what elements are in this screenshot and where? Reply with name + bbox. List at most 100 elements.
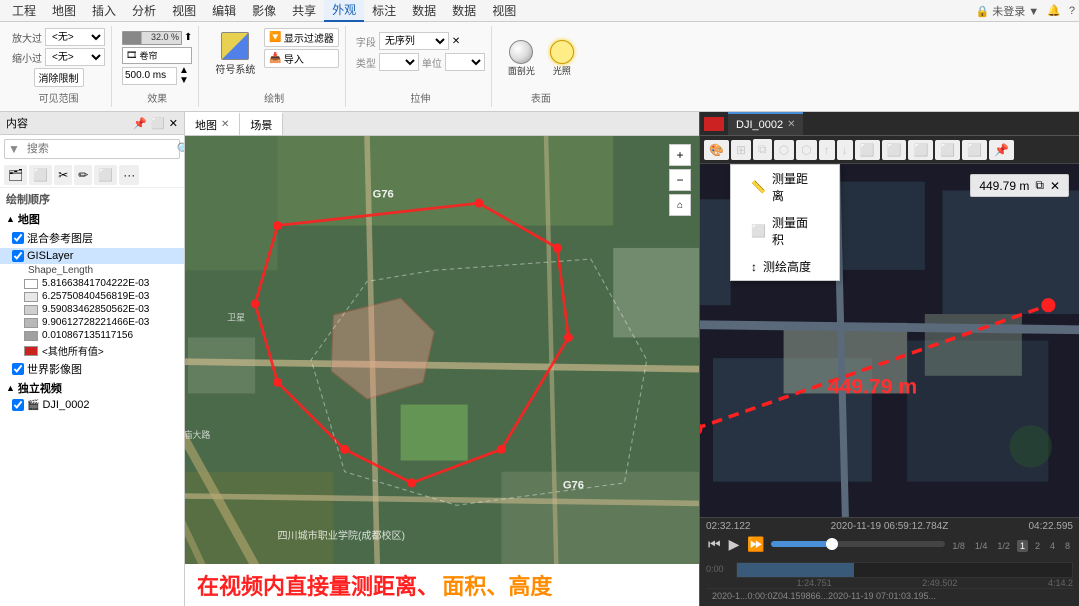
symbol-system-btn[interactable]: 符号系统 (209, 28, 261, 80)
sidebar-search[interactable]: ▼ 🔍 (4, 139, 180, 159)
video-tool-full[interactable]: ⬜ (962, 140, 987, 160)
sidebar-float-btn[interactable]: ⬜ (151, 117, 165, 130)
import-btn[interactable]: 📥 导入 (264, 49, 338, 68)
ms-input[interactable] (122, 67, 177, 85)
speed-4[interactable]: 4 (1047, 540, 1058, 552)
video-tool-copy[interactable]: ⧉ (753, 139, 772, 160)
tab-map-close[interactable]: ✕ (221, 119, 229, 130)
user-login[interactable]: 🔒 未登录 ▼ (975, 3, 1039, 19)
measure-distance-item[interactable]: 📏 测量距离 (731, 165, 839, 209)
layer-gislayer-check[interactable] (12, 250, 24, 262)
prev-btn[interactable]: ⏮ (706, 534, 723, 555)
video-tool-color[interactable]: 🎨 (704, 140, 729, 160)
zoom-out-label: 缩小过 (12, 50, 42, 65)
video-tool-nav1[interactable]: ⬡ (774, 140, 794, 160)
layer-group-video[interactable]: ▲ 独立视频 (0, 379, 184, 397)
sidebar-pin-btn[interactable]: 📌 (133, 117, 147, 130)
home-btn[interactable]: ⌂ (669, 194, 691, 216)
menu-share[interactable]: 共享 (284, 0, 324, 21)
speed-8[interactable]: 8 (1062, 540, 1073, 552)
sidebar-tool-3[interactable]: ✂ (54, 165, 72, 185)
play-btn[interactable]: ▶ (727, 534, 742, 555)
percent-slider[interactable]: 32.0 % (122, 31, 182, 45)
sidebar-tool-more[interactable]: ··· (119, 165, 139, 185)
zoom-out-select[interactable]: <无> (45, 48, 105, 66)
sidebar-tool-5[interactable]: ⬜ (94, 165, 117, 185)
menu-insert[interactable]: 插入 (84, 0, 124, 21)
tab-map[interactable]: 地图 ✕ (185, 112, 240, 135)
sidebar-close-btn[interactable]: ✕ (169, 117, 178, 130)
menu-appearance[interactable]: 外观 (324, 0, 364, 22)
field-select[interactable]: 无序列 (379, 32, 449, 50)
video-tool-nav2[interactable]: ⬡ (796, 140, 816, 160)
unit-select[interactable] (445, 53, 485, 71)
video-tool-zoom3[interactable]: ⬜ (908, 140, 933, 160)
speed-1[interactable]: 1 (1017, 540, 1028, 552)
video-tool-down[interactable]: ↓ (837, 140, 853, 160)
search-icon[interactable]: 🔍 (173, 140, 185, 158)
zoom-out-btn[interactable]: − (669, 169, 691, 191)
video-tool-zoom4[interactable]: ⬜ (935, 140, 960, 160)
layer-mixed-ref[interactable]: 混合参考图层 (0, 228, 184, 248)
video-tab-close[interactable]: ✕ (787, 119, 795, 130)
clear-limits-btn[interactable]: 消除限制 (34, 68, 84, 87)
fast-forward-btn[interactable]: ⏩ (745, 534, 766, 555)
legend-color-3 (24, 305, 38, 315)
progress-bar[interactable] (771, 541, 946, 547)
video-tool-zoom2[interactable]: ⬜ (882, 140, 907, 160)
measure-area-item[interactable]: ⬜ 测量面积 (731, 209, 839, 253)
menu-analysis[interactable]: 分析 (124, 0, 164, 21)
sidebar-tool-1[interactable]: 🗂 (4, 165, 27, 185)
help-btn[interactable]: ? (1069, 5, 1075, 17)
copy-icon[interactable]: ⧉ (1035, 178, 1044, 193)
progress-container[interactable] (771, 541, 946, 551)
zoom-in-select[interactable]: <无> (45, 28, 105, 46)
curtain-btn[interactable]: 🎞 卷帘 (122, 47, 192, 64)
tab-scene[interactable]: 场景 (240, 112, 283, 135)
stretch-left: 字段 无序列 ✕ 类型 单位 (356, 32, 485, 71)
lighting-btn[interactable]: 光照 (544, 36, 580, 81)
field-clear[interactable]: ✕ (452, 36, 460, 47)
timeline[interactable] (736, 562, 1073, 578)
video-tool-grid[interactable]: ⊞ (731, 140, 751, 160)
video-tool-up[interactable]: ↑ (819, 140, 835, 160)
zoom-in-btn[interactable]: + (669, 144, 691, 166)
display-filter-btn[interactable]: 🔽 显示过滤器 (264, 28, 338, 47)
video-tool-zoom1[interactable]: ⬜ (855, 140, 880, 160)
layer-dji[interactable]: 🎬 DJI_0002 (0, 397, 184, 413)
type-select[interactable] (379, 53, 419, 71)
timeline-row: 0:00 (706, 560, 1073, 578)
ms-arrows[interactable]: ▲▼ (179, 66, 189, 86)
speed-2[interactable]: 2 (1032, 540, 1043, 552)
search-input[interactable] (23, 141, 173, 157)
menu-edit[interactable]: 编辑 (204, 0, 244, 21)
menu-data2[interactable]: 数据 (444, 0, 484, 21)
close-measurement-btn[interactable]: ✕ (1050, 179, 1060, 193)
symbol-system-label: 符号系统 (215, 61, 255, 76)
sidebar-tool-2[interactable]: ⬜ (29, 165, 52, 185)
map-view[interactable]: 稻来东路 卫星 G76 G76 蛟王庙大路 四川城市职业学院(成都校区) + −… (185, 136, 699, 606)
menu-imagery[interactable]: 影像 (244, 0, 284, 21)
menu-data1[interactable]: 数据 (404, 0, 444, 21)
speed-1-8[interactable]: 1/8 (949, 540, 968, 552)
layer-world-imagery[interactable]: 世界影像图 (0, 359, 184, 379)
speed-1-4[interactable]: 1/4 (972, 540, 991, 552)
menu-project[interactable]: 工程 (4, 0, 44, 21)
menu-view2[interactable]: 视图 (484, 0, 524, 21)
layer-gislayer[interactable]: GISLayer (0, 248, 184, 264)
face-light-btn[interactable]: 面剖光 (502, 36, 541, 81)
layer-group-map[interactable]: ▲ 地图 (0, 210, 184, 228)
sidebar-tool-4[interactable]: ✏ (74, 165, 92, 185)
layer-dji-check[interactable] (12, 399, 24, 411)
layer-world-imagery-check[interactable] (12, 363, 24, 375)
speed-1-2[interactable]: 1/2 (994, 540, 1013, 552)
menu-view[interactable]: 视图 (164, 0, 204, 21)
measure-height-item[interactable]: ↕ 测绘高度 (731, 253, 839, 280)
layer-mixed-ref-check[interactable] (12, 232, 24, 244)
menu-labels[interactable]: 标注 (364, 0, 404, 21)
menu-map[interactable]: 地图 (44, 0, 84, 21)
percent-arrows[interactable]: ⬆ (184, 32, 192, 43)
notification-bell[interactable]: 🔔 (1047, 4, 1061, 17)
video-tool-pin[interactable]: 📌 (989, 140, 1014, 160)
video-tab-dji[interactable]: DJI_0002 ✕ (728, 112, 803, 135)
